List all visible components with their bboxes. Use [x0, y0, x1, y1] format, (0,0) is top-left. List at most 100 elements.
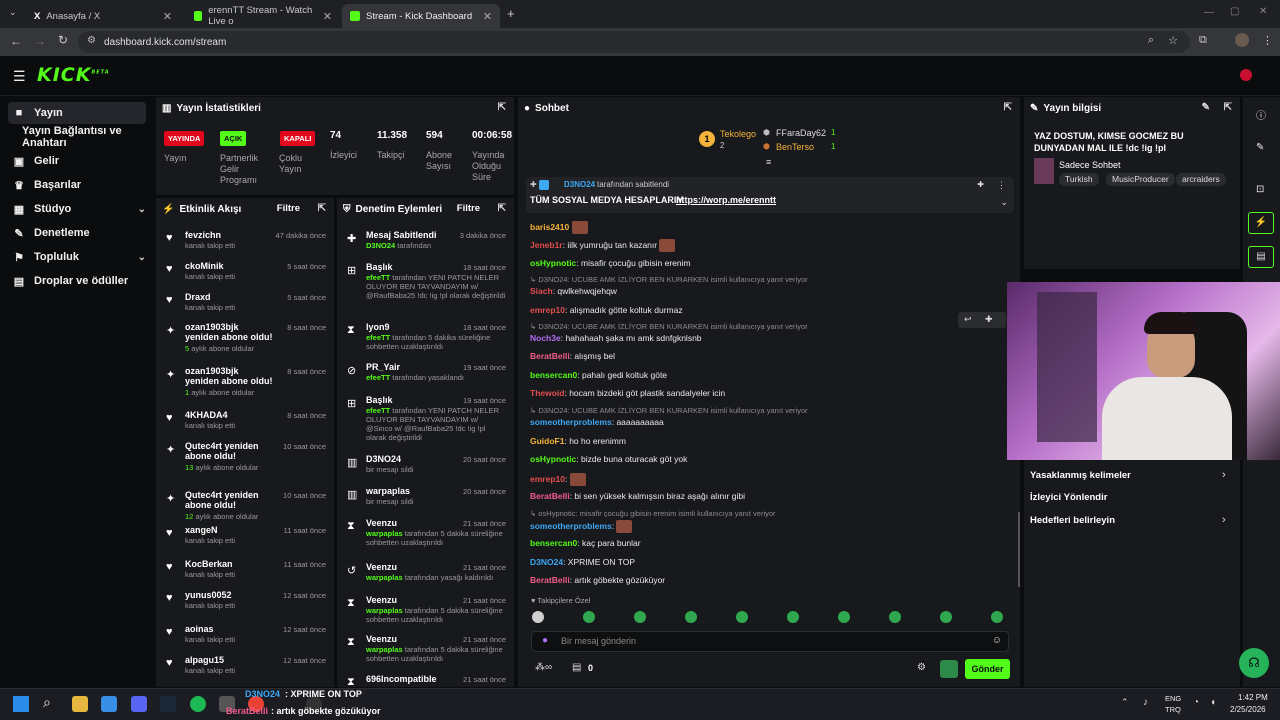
emote-icon[interactable] — [991, 611, 1003, 623]
chat-message[interactable]: osHypnotic: misafir çocuğu gibisin ereni… — [530, 258, 691, 268]
user-avatar[interactable] — [1240, 69, 1252, 81]
chat-username[interactable]: baris2410 — [530, 222, 569, 232]
stream-category[interactable]: Sadece Sohbet — [1059, 160, 1121, 170]
sidebar-item-community[interactable]: ⚑ Topluluk ⌄ — [8, 246, 146, 268]
activity-name[interactable]: fevzichn — [185, 230, 275, 240]
moderation-target[interactable]: Mesaj Sabitlendi — [366, 230, 451, 240]
minimize-icon[interactable]: — — [1204, 7, 1214, 18]
close-window-icon[interactable]: ✕ — [1259, 6, 1267, 17]
send-button[interactable]: Gönder — [965, 659, 1010, 679]
chat-username[interactable]: bensercan0 — [530, 538, 577, 548]
moderation-target[interactable]: D3NO24 — [366, 454, 451, 464]
search-icon[interactable]: ⌕ — [43, 694, 51, 711]
site-info-icon[interactable]: ⚙ — [87, 35, 96, 46]
popout-icon[interactable]: ⇱ — [1004, 102, 1012, 113]
chat-message[interactable]: bensercan0: pahalı gedi koltuk göte — [530, 370, 667, 380]
chat-username[interactable]: Noch3e — [530, 333, 561, 343]
emoji-icon[interactable]: ☺ — [992, 635, 1002, 646]
reply-icon[interactable]: ↩ — [964, 314, 972, 325]
chat-username[interactable]: osHypnotic — [530, 454, 576, 464]
chat-username[interactable]: someotherproblems — [530, 417, 612, 427]
pin-icon[interactable]: ✚ — [985, 314, 993, 325]
emote-icon[interactable] — [889, 611, 901, 623]
sidebar-item-studio[interactable]: ▦ Stüdyo ⌄ — [8, 198, 146, 220]
chat-input[interactable]: ● Bir mesaj gönderin ☺ — [531, 631, 1009, 652]
chat-message[interactable]: baris2410 — [530, 221, 588, 234]
hamburger-menu-icon[interactable]: ☰ — [13, 68, 26, 85]
activity-name[interactable]: ozan1903bjk yeniden abone oldu! — [185, 322, 275, 342]
file-explorer-icon[interactable] — [72, 696, 88, 712]
chat-message[interactable]: someotherproblems: aaaaaaaaaa — [530, 417, 664, 427]
microphone-icon[interactable]: ♪ — [1143, 697, 1148, 708]
chevron-right-icon[interactable]: › — [1222, 469, 1226, 481]
moderation-target[interactable]: PR_Yair — [366, 362, 451, 372]
moderation-target[interactable]: Veenzu — [366, 595, 451, 605]
tab-twitter[interactable]: X Anasayfa / X ✕ — [26, 4, 180, 28]
goals-link[interactable]: Hedefleri belirleyin — [1030, 515, 1115, 526]
chat-username[interactable]: Jeneb1r — [530, 240, 563, 250]
document-icon[interactable]: ▤ — [1248, 246, 1274, 268]
popout-icon[interactable]: ⇱ — [498, 203, 506, 214]
chevron-right-icon[interactable]: › — [1222, 514, 1226, 526]
activity-name[interactable]: ckoMinik — [185, 261, 275, 271]
region-indicator[interactable]: TRQ — [1165, 705, 1181, 714]
back-icon[interactable]: ← — [10, 34, 22, 48]
chat-message[interactable]: Siach: qwlkehwqjehqw — [530, 286, 617, 296]
edit-icon[interactable]: ✎ — [1202, 102, 1210, 113]
activity-name[interactable]: aoinas — [185, 624, 275, 634]
leaderboard-user[interactable]: Tekolego — [720, 129, 756, 139]
chat-username[interactable]: D3NO24 — [530, 557, 563, 567]
channel-points-icon[interactable]: ⁂∞ — [535, 662, 552, 673]
clock-time[interactable]: 1:42 PM — [1238, 693, 1268, 702]
chat-message[interactable]: osHypnotic: bizde buna oturacak göt yok — [530, 454, 687, 464]
chat-message[interactable]: D3NO24: XPRIME ON TOP — [530, 557, 635, 567]
moderation-target[interactable]: lyon9 — [366, 322, 451, 332]
emote-icon[interactable] — [532, 611, 544, 623]
chat-username[interactable]: BeratBelli — [530, 351, 570, 361]
chat-message[interactable]: BeratBelli: alışmış bel — [530, 351, 615, 361]
chat-username[interactable]: emrep10 — [530, 305, 565, 315]
tab-search-icon[interactable]: ⌄ — [9, 7, 17, 18]
kick-bot-icon[interactable] — [940, 660, 958, 678]
sidebar-item-moderation[interactable]: ✎ Denetleme — [8, 222, 146, 244]
expand-leaderboard-icon[interactable]: ≡ — [766, 157, 771, 167]
camera-icon[interactable]: ⊡ — [1256, 184, 1264, 195]
sidebar-item-revenue[interactable]: ▣ Gelir — [8, 150, 146, 172]
chat-scrollbar[interactable] — [1018, 512, 1020, 587]
emote-icon[interactable] — [634, 611, 646, 623]
moderation-target[interactable]: Veenzu — [366, 634, 451, 644]
browser-menu-icon[interactable]: ⋮ — [1262, 34, 1273, 47]
pinned-link[interactable]: https://worp.me/erenntt — [676, 195, 776, 205]
activity-name[interactable]: Qutec4rt yeniden abone oldu! — [185, 441, 275, 461]
settings-gear-icon[interactable]: ⚙ — [917, 662, 926, 673]
chat-message[interactable]: bensercan0: kaç para bunlar — [530, 538, 641, 548]
moderation-target[interactable]: Veenzu — [366, 562, 451, 572]
activity-name[interactable]: Qutec4rt yeniden abone oldu! — [185, 490, 275, 510]
more-options-icon[interactable]: ⋮ — [997, 180, 1006, 191]
activity-name[interactable]: 4KHADA4 — [185, 410, 275, 420]
chat-username[interactable]: bensercan0 — [530, 370, 577, 380]
activity-name[interactable]: yunus0052 — [185, 590, 275, 600]
info-icon[interactable]: ⓘ — [1256, 107, 1266, 122]
moderation-target[interactable]: Başlık — [366, 395, 451, 405]
zoom-icon[interactable]: ⌕ — [1148, 34, 1154, 47]
forward-icon[interactable]: → — [34, 34, 46, 48]
emote-icon[interactable] — [838, 611, 850, 623]
gift-icon[interactable]: ▤ — [572, 662, 581, 673]
profile-avatar[interactable] — [1235, 33, 1249, 47]
chat-message[interactable]: Thewoid: hocam bizdeki göt plastik sanda… — [530, 388, 725, 398]
chat-username[interactable]: emrep10 — [530, 474, 565, 484]
steam-icon[interactable] — [160, 696, 176, 712]
close-icon[interactable]: ✕ — [323, 10, 332, 23]
chat-message[interactable]: GuidoF1: ho ho erenimm — [530, 436, 626, 446]
store-icon[interactable] — [101, 696, 117, 712]
support-headset-icon[interactable]: ☊ — [1239, 648, 1269, 678]
wifi-icon[interactable]: ◔ — [1193, 697, 1199, 708]
activity-name[interactable]: alpagu15 — [185, 655, 275, 665]
filter-button[interactable]: Filtre — [277, 203, 300, 214]
mic-icon[interactable]: ● — [542, 635, 548, 646]
sidebar-item-stream-key[interactable]: Yayın Bağlantısı ve Anahtarı — [8, 125, 154, 149]
popout-icon[interactable]: ⇱ — [318, 203, 326, 214]
moderation-target[interactable]: warpaplas — [366, 486, 451, 496]
chat-username[interactable]: BeratBelli — [530, 575, 570, 585]
